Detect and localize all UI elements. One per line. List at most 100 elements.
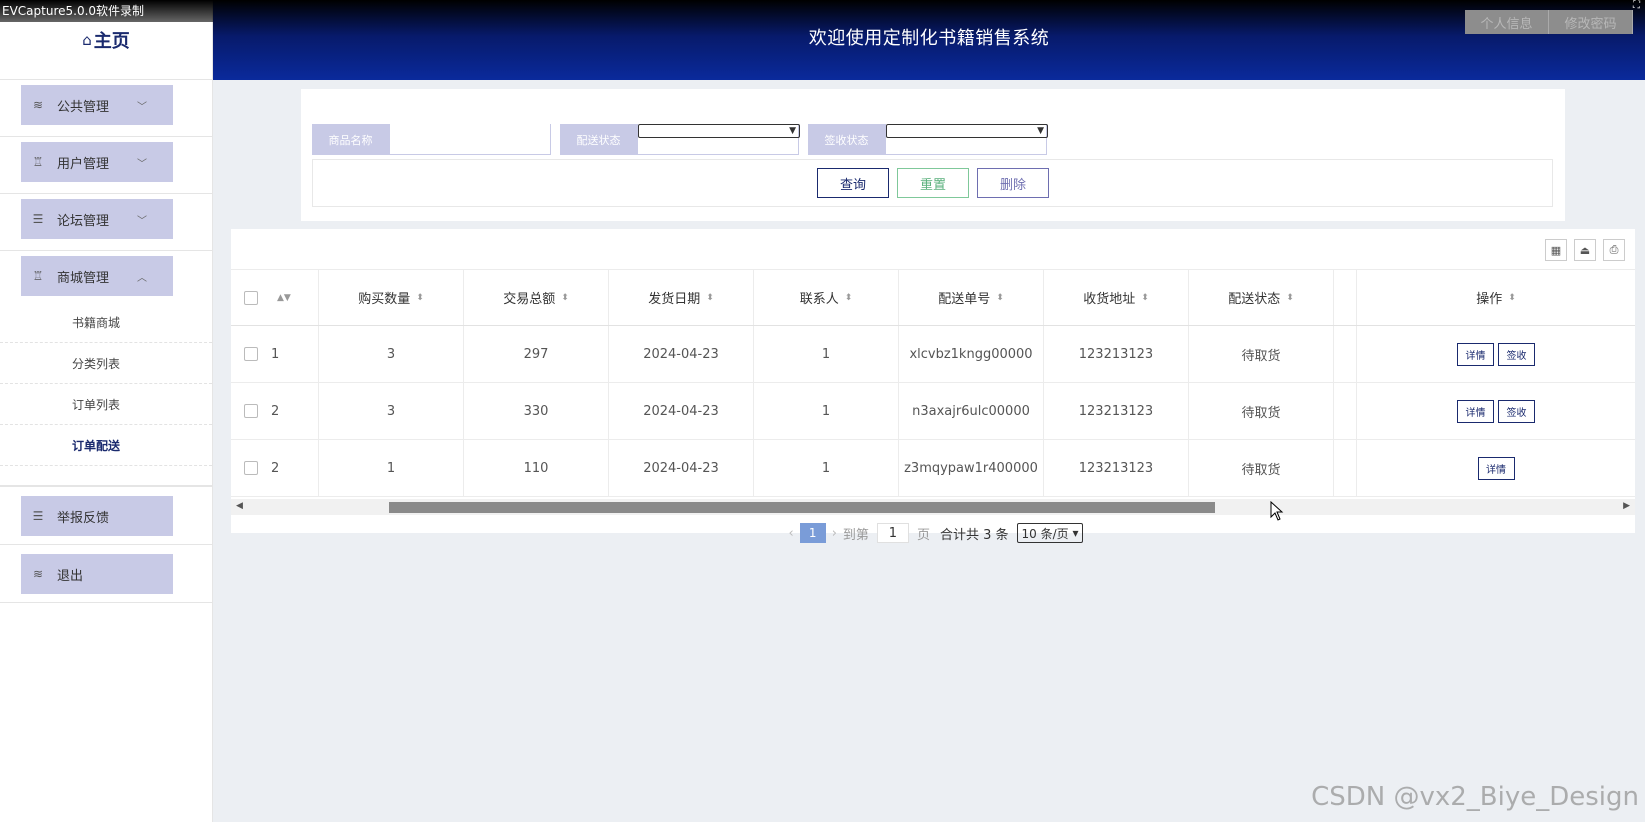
scroll-right-icon[interactable]: ▶ [1623, 501, 1630, 511]
header-ship-date[interactable]: 发货日期 ⬍ [609, 270, 754, 325]
export-icon[interactable]: ⏏ [1574, 239, 1596, 261]
print-icon[interactable]: ⎙ [1603, 239, 1625, 261]
search-panel: 商品名称 配送状态 ▼ 签收状态 ▼ 查询 重置 删除 [301, 89, 1565, 221]
sort-icon: ⬍ [561, 292, 569, 303]
header-quantity[interactable]: 购买数量 ⬍ [319, 270, 464, 325]
page-size-select[interactable]: 10 条/页 ▾ [1016, 523, 1084, 543]
shop-submenu: 书籍商城 分类列表 订单列表 订单配送 [0, 302, 212, 466]
header-prev-col[interactable]: ▲▼ [271, 270, 319, 325]
sign-button[interactable]: 签收 [1498, 342, 1535, 366]
home-icon: ⌂ [82, 30, 92, 49]
cell-address: 123213123 [1044, 326, 1189, 382]
header-label: 交易总额 [503, 292, 556, 307]
sign-status-field: ▼ [885, 124, 1048, 155]
page-title: 欢迎使用定制化书籍销售系统 [808, 28, 1050, 49]
search-field-name: 商品名称 [312, 124, 551, 155]
top-header: 欢迎使用定制化书籍销售系统 个人信息 修改密码 ⛶ [213, 0, 1645, 80]
sidebar: ⌂ 主页 ≋ 公共管理 ﹀ ♖ 用户管理 ﹀ ☰ 论坛管理 ﹀ ♖ 商城管理 ︿… [0, 0, 213, 822]
cell-quantity: 3 [319, 326, 464, 382]
sort-icon: ⬍ [1141, 292, 1149, 303]
csdn-watermark: CSDN @vx2_Biye_Design [1311, 782, 1639, 812]
list-icon: ☰ [32, 212, 44, 226]
cell-prev: 2 [271, 440, 319, 496]
header-label: 配送状态 [1228, 292, 1281, 307]
profile-button[interactable]: 个人信息 [1465, 10, 1549, 34]
goto-label: 到第 [842, 527, 869, 543]
data-table: ▲▼ 购买数量 ⬍ 交易总额 ⬍ 发货日期 ⬍ 联系人 ⬍ 配送单号 ⬍ 收货地址 ⬍ 配送… [231, 269, 1635, 497]
header-tracking-no[interactable]: 配送单号 ⬍ [899, 270, 1044, 325]
next-page-icon[interactable]: › [832, 526, 837, 541]
menu-shop[interactable]: ♖ 商城管理 ︿ [21, 256, 173, 296]
menu-forum[interactable]: ☰ 论坛管理 ﹀ [21, 199, 173, 239]
header-label: 收货地址 [1083, 292, 1136, 307]
cell-contact: 1 [754, 326, 899, 382]
menu-label: 商城管理 [57, 270, 110, 286]
product-name-input[interactable] [389, 124, 551, 155]
header-label: 发货日期 [648, 292, 701, 307]
row-select-cell [231, 440, 271, 496]
cell-ship-date: 2024-04-23 [609, 440, 754, 496]
sort-icon: ▲▼ [277, 292, 291, 303]
scroll-left-icon[interactable]: ◀ [236, 501, 243, 511]
columns-icon[interactable]: ▦ [1545, 239, 1567, 261]
header-contact[interactable]: 联系人 ⬍ [754, 270, 899, 325]
cell-delivery-status: 待取货 [1189, 326, 1334, 382]
cell-ship-date: 2024-04-23 [609, 383, 754, 439]
search-button[interactable]: 查询 [817, 168, 889, 198]
submenu-order-delivery[interactable]: 订单配送 [0, 425, 212, 466]
submenu-category-list[interactable]: 分类列表 [0, 343, 212, 384]
cell-prev: 1 [271, 326, 319, 382]
header-delivery-status[interactable]: 配送状态 ⬍ [1189, 270, 1334, 325]
menu-user[interactable]: ♖ 用户管理 ﹀ [21, 142, 173, 182]
submenu-order-list[interactable]: 订单列表 [0, 384, 212, 425]
hidden-col [1334, 326, 1356, 382]
prev-page-icon[interactable]: ‹ [789, 526, 794, 541]
alarm-icon: ♖ [32, 155, 44, 169]
cell-operations: 详情 签收 [1356, 383, 1635, 439]
header-address[interactable]: 收货地址 ⬍ [1044, 270, 1189, 325]
detail-button[interactable]: 详情 [1477, 456, 1515, 480]
header-total[interactable]: 交易总额 ⬍ [464, 270, 609, 325]
table-tools: ▦ ⏏ ⎙ [1545, 239, 1625, 261]
horizontal-scrollbar[interactable]: ◀ ▶ [231, 499, 1635, 515]
menu-public[interactable]: ≋ 公共管理 ﹀ [21, 85, 173, 125]
menu-label: 论坛管理 [57, 213, 110, 229]
delete-button[interactable]: 删除 [977, 168, 1049, 198]
menu-logout[interactable]: ≋ 退出 [21, 554, 173, 594]
sort-icon: ⬍ [1286, 292, 1294, 303]
goto-page-input[interactable]: 1 [876, 523, 909, 543]
sign-button[interactable]: 签收 [1498, 399, 1535, 423]
sort-icon: ⬍ [416, 292, 424, 303]
table-row: 2 1 110 2024-04-23 1 z3mqypaw1r400000 12… [231, 440, 1635, 497]
header-operations[interactable]: 操作 ⬍ [1356, 270, 1635, 325]
delivery-status-select[interactable]: ▼ [638, 124, 800, 138]
reset-button[interactable]: 重置 [897, 168, 969, 198]
select-all-checkbox[interactable] [244, 290, 258, 305]
sort-icon: ⬍ [844, 292, 853, 303]
row-checkbox[interactable] [244, 404, 258, 418]
sign-status-select[interactable]: ▼ [886, 124, 1048, 138]
scrollbar-thumb[interactable] [389, 502, 1215, 513]
header-label: 购买数量 [358, 292, 411, 307]
hidden-col [1334, 270, 1356, 325]
fullscreen-icon[interactable]: ⛶ [1633, 0, 1645, 14]
cell-address: 123213123 [1044, 440, 1189, 496]
change-password-button[interactable]: 修改密码 [1549, 10, 1633, 34]
detail-button[interactable]: 详情 [1457, 399, 1494, 423]
header-label: 联系人 [799, 292, 839, 307]
delivery-status-field: ▼ [637, 124, 800, 155]
menu-group-shop: ♖ 商城管理 ︿ 书籍商城 分类列表 订单列表 订单配送 [0, 251, 212, 487]
table-header-row: ▲▼ 购买数量 ⬍ 交易总额 ⬍ 发货日期 ⬍ 联系人 ⬍ 配送单号 ⬍ 收货地址 ⬍ 配送… [231, 269, 1635, 326]
cell-contact: 1 [754, 383, 899, 439]
submenu-book-mall[interactable]: 书籍商城 [0, 302, 212, 343]
cell-tracking-no: z3mqypaw1r400000 [899, 440, 1044, 496]
row-checkbox[interactable] [244, 347, 258, 361]
row-checkbox[interactable] [244, 461, 258, 475]
search-field-delivery: 配送状态 ▼ [560, 124, 800, 155]
menu-label: 举报反馈 [57, 510, 110, 526]
cell-operations: 详情 [1356, 440, 1635, 496]
detail-button[interactable]: 详情 [1457, 342, 1494, 366]
menu-report[interactable]: ☰ 举报反馈 [21, 496, 173, 536]
current-page[interactable]: 1 [799, 523, 826, 543]
row-select-cell [231, 383, 271, 439]
